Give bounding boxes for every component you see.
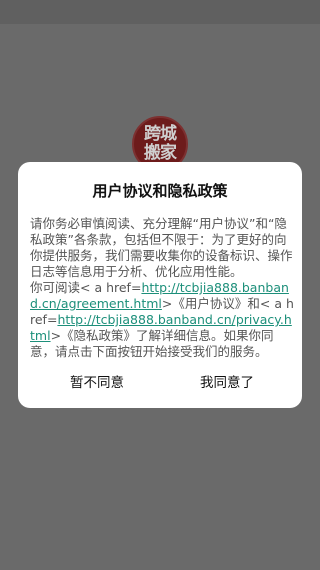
dialog-paragraph-intro: 请你务必审慎阅读、充分理解“用户协议”和“隐私政策”各条款，包括但不限于：为了更… <box>30 216 293 279</box>
links-suffix-text: >《隐私政策》了解详细信息。如果你同意，请点击下面按钮开始接受我们的服务。 <box>30 328 274 359</box>
privacy-dialog: 用户协议和隐私政策 请你务必审慎阅读、充分理解“用户协议”和“隐私政策”各条款，… <box>18 162 302 408</box>
screen: 跨城 搬家 用户协议和隐私政策 请你务必审慎阅读、充分理解“用户协议”和“隐私政… <box>0 0 320 570</box>
dialog-body: 请你务必审慎阅读、充分理解“用户协议”和“隐私政策”各条款，包括但不限于：为了更… <box>30 216 294 360</box>
disagree-button[interactable]: 暂不同意 <box>70 370 124 392</box>
status-bar <box>0 0 320 24</box>
links-prefix-text: 你可阅读< a href= <box>30 280 142 295</box>
dialog-paragraph-links: 你可阅读< a href=http://tcbjia888.banband.cn… <box>30 280 294 360</box>
agree-button[interactable]: 我同意了 <box>200 370 254 392</box>
logo-text-line2: 搬家 <box>144 143 177 163</box>
dialog-title: 用户协议和隐私政策 <box>92 182 228 200</box>
logo-text-line1: 跨城 <box>144 124 177 144</box>
